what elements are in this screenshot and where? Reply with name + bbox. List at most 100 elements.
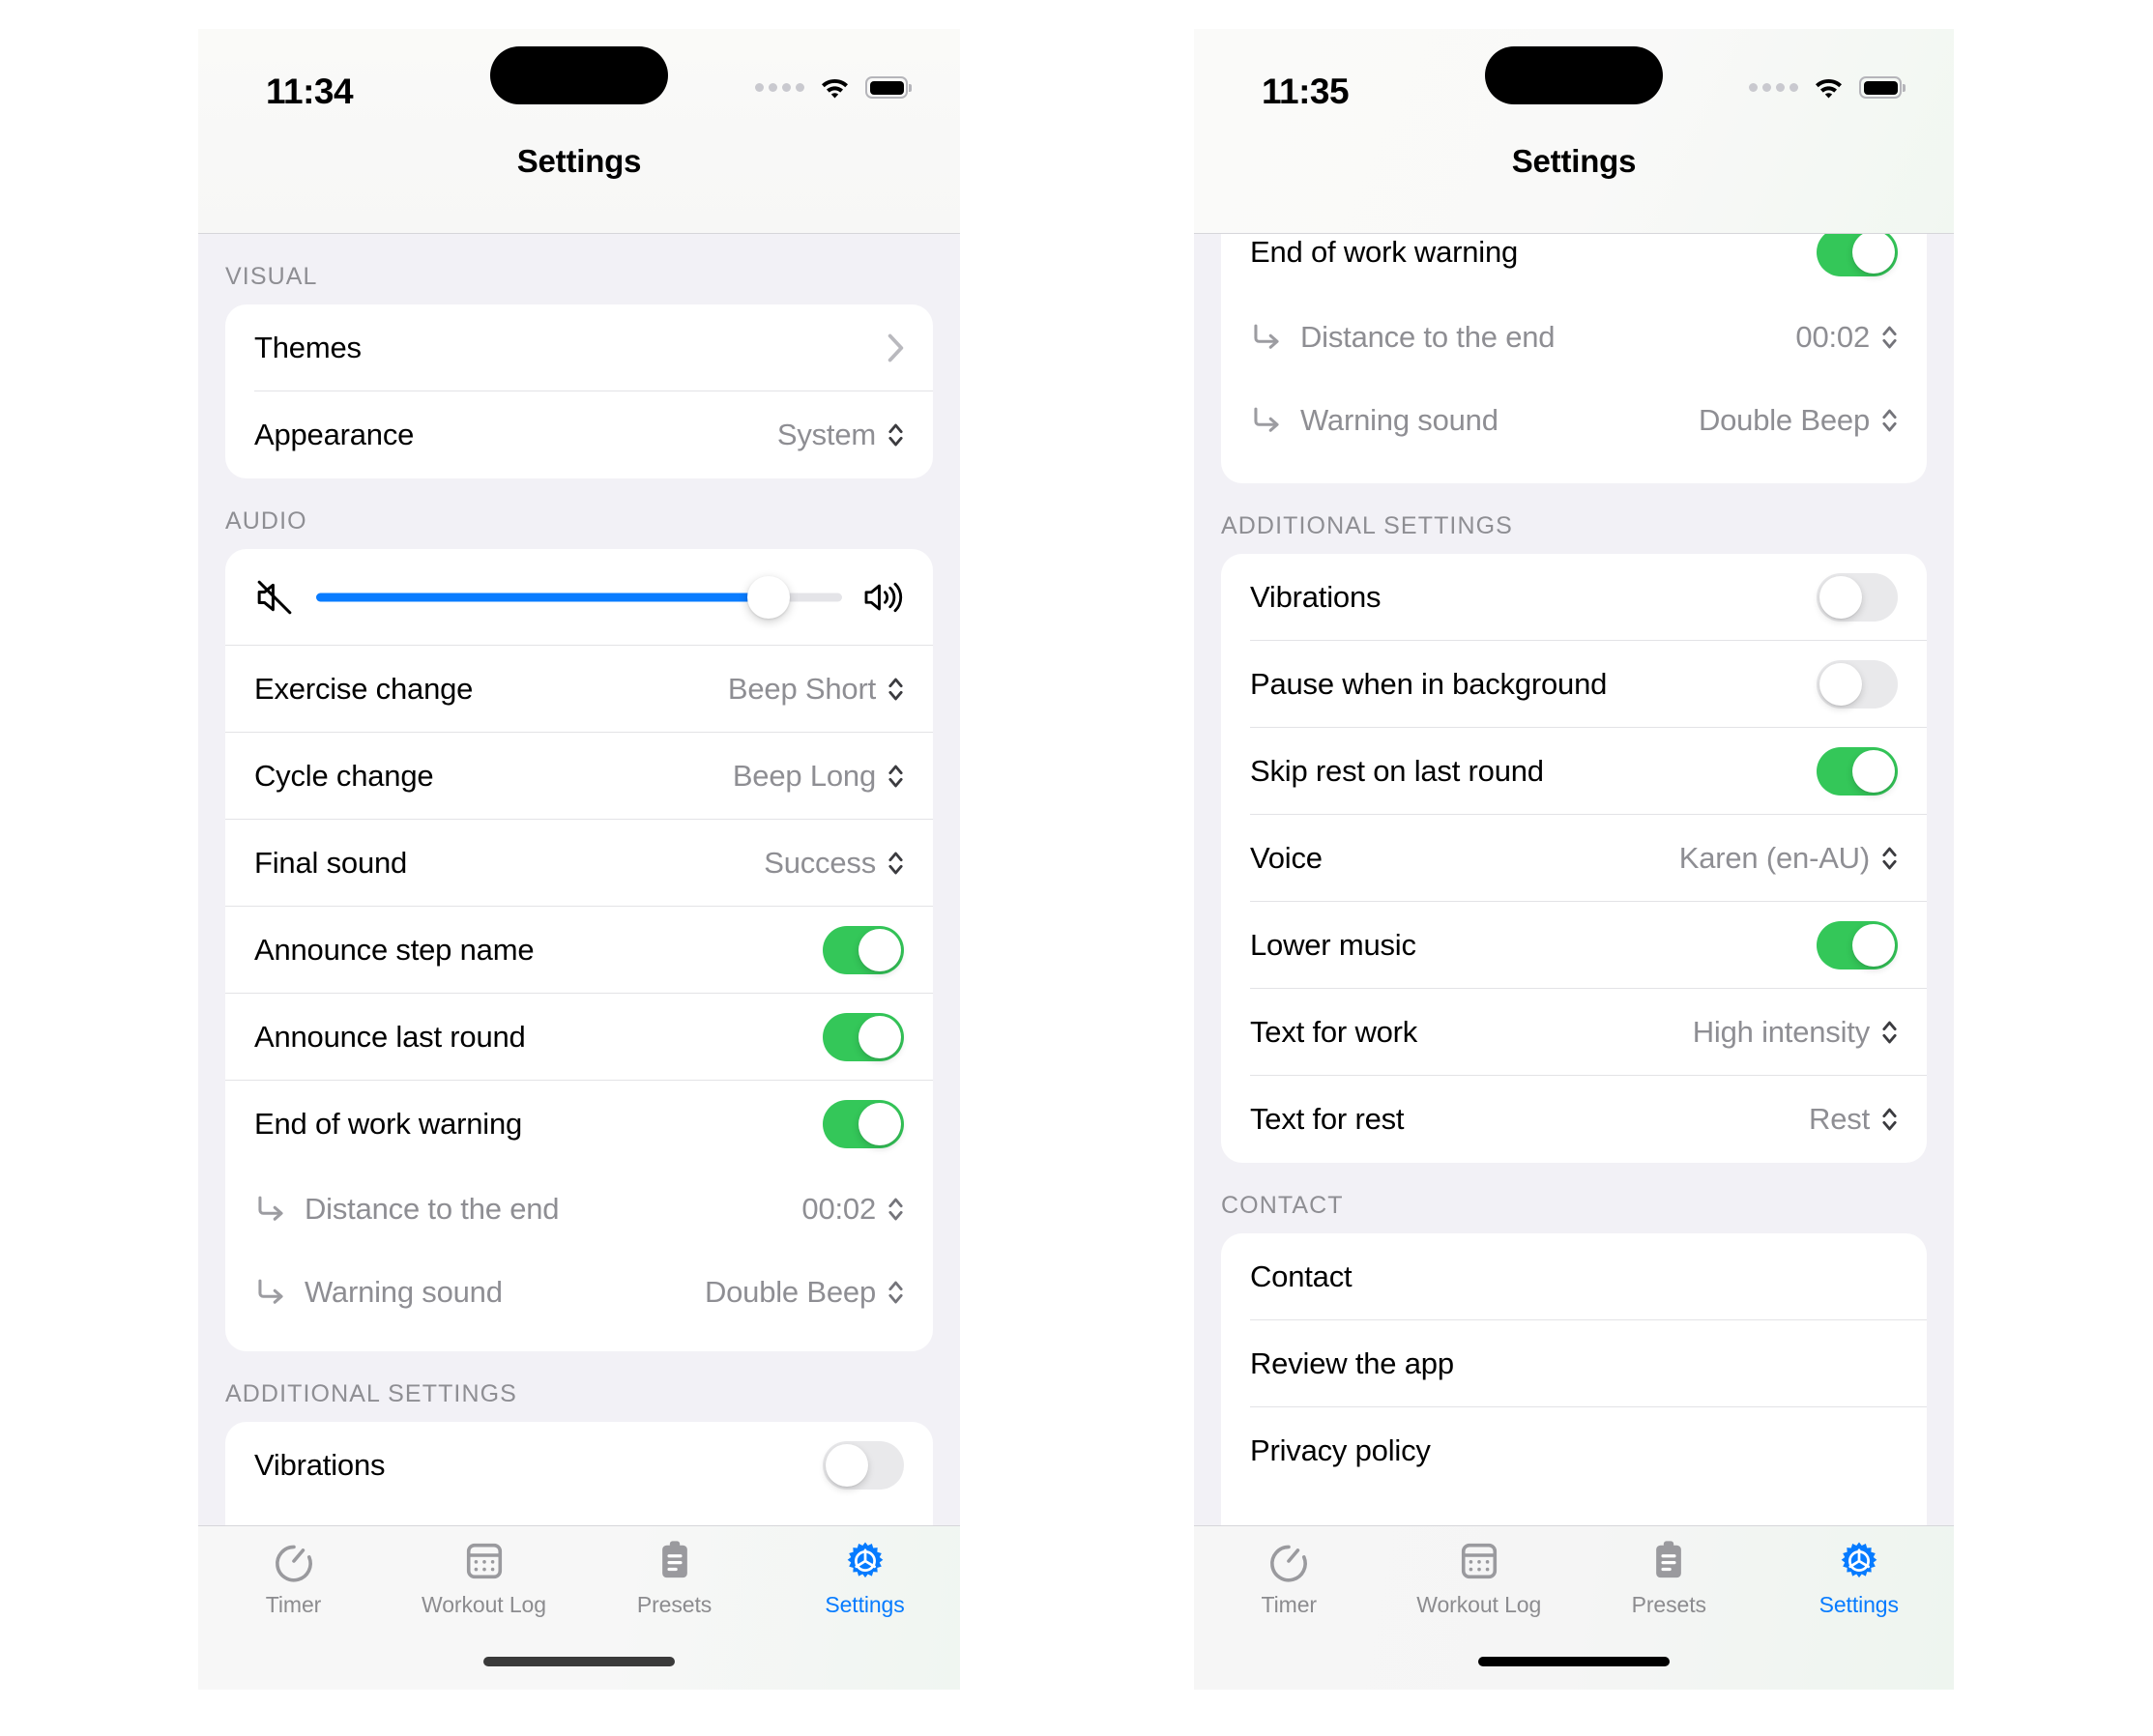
card-visual: Themes Appearance System bbox=[225, 304, 933, 478]
row-warning-sound[interactable]: Warning sound Double Beep bbox=[225, 1251, 933, 1334]
row-lower-music[interactable]: Lower music bbox=[1221, 902, 1927, 989]
toggle-switch[interactable] bbox=[1817, 747, 1898, 796]
row-pause-when-in-background[interactable]: Pause when in background bbox=[1221, 641, 1927, 728]
row-privacy-policy[interactable]: Privacy policy bbox=[1221, 1407, 1927, 1494]
row-value: Beep Short bbox=[727, 672, 876, 706]
row-value: Beep Long bbox=[732, 759, 876, 793]
section-header-contact: CONTACT bbox=[1221, 1192, 1344, 1219]
row-announce-last-round[interactable]: Announce last round bbox=[225, 994, 933, 1081]
row-cycle-change[interactable]: Cycle change Beep Long bbox=[225, 733, 933, 820]
section-header-additional-settings: ADDITIONAL SETTINGS bbox=[1221, 512, 1513, 539]
row-voice[interactable]: Voice Karen (en-AU) bbox=[1221, 815, 1927, 902]
card-additional-settings: Vibrations Pause when in background Skip… bbox=[1221, 554, 1927, 1163]
settings-scroll-left[interactable]: VISUAL Themes Appearance System AUDIO Ex… bbox=[198, 234, 960, 1690]
row-text-for-work[interactable]: Text for work High intensity bbox=[1221, 989, 1927, 1076]
home-indicator[interactable] bbox=[483, 1657, 675, 1666]
tab-label: Settings bbox=[825, 1592, 905, 1617]
toggle-switch[interactable] bbox=[1817, 228, 1898, 276]
up-down-chevron-icon[interactable] bbox=[887, 1195, 904, 1224]
calendar-icon bbox=[466, 1543, 502, 1579]
arrow-turn-down-right-icon bbox=[1254, 324, 1279, 349]
home-indicator[interactable] bbox=[1478, 1657, 1670, 1666]
slider-fill bbox=[316, 593, 769, 602]
dynamic-island bbox=[490, 46, 668, 104]
toggle-switch[interactable] bbox=[823, 1013, 904, 1061]
row-value: Karen (en-AU) bbox=[1678, 841, 1870, 875]
toggle-switch[interactable] bbox=[823, 1441, 904, 1490]
row-label: Voice bbox=[1250, 841, 1323, 875]
tab-bar-right: Timer Workout Log Presets Settings bbox=[1194, 1525, 1954, 1690]
up-down-chevron-icon[interactable] bbox=[1881, 1105, 1898, 1134]
row-volume-slider[interactable] bbox=[225, 549, 933, 646]
row-distance-to-the-end[interactable]: Distance to the end 00:02 bbox=[1221, 296, 1927, 379]
tab-label: Workout Log bbox=[422, 1592, 546, 1617]
up-down-chevron-icon[interactable] bbox=[1881, 844, 1898, 873]
tab-label: Workout Log bbox=[1416, 1592, 1542, 1617]
tab-settings[interactable]: Settings bbox=[770, 1526, 960, 1618]
tab-presets[interactable]: Presets bbox=[1574, 1526, 1764, 1618]
row-value: Success bbox=[764, 846, 876, 880]
chevron-right-icon bbox=[887, 333, 904, 362]
up-down-chevron-icon[interactable] bbox=[1881, 406, 1898, 435]
tab-workout-log[interactable]: Workout Log bbox=[1384, 1526, 1575, 1618]
speaker-wave-icon[interactable] bbox=[863, 579, 904, 616]
tab-timer[interactable]: Timer bbox=[198, 1526, 389, 1618]
row-value: System bbox=[776, 418, 876, 451]
toggle-switch[interactable] bbox=[823, 1100, 904, 1148]
up-down-chevron-icon[interactable] bbox=[887, 675, 904, 704]
up-down-chevron-icon[interactable] bbox=[887, 1278, 904, 1307]
volume-slider[interactable] bbox=[316, 576, 842, 619]
page-title: Settings bbox=[1511, 143, 1637, 179]
up-down-chevron-icon[interactable] bbox=[887, 420, 904, 449]
status-icons bbox=[1749, 75, 1902, 100]
row-announce-step-name[interactable]: Announce step name bbox=[225, 907, 933, 994]
row-label: End of work warning bbox=[1250, 235, 1519, 269]
tab-timer[interactable]: Timer bbox=[1194, 1526, 1384, 1618]
tab-label: Timer bbox=[1261, 1592, 1318, 1617]
toggle-switch[interactable] bbox=[1817, 921, 1898, 969]
row-end-of-work-warning[interactable]: End of work warning bbox=[225, 1081, 933, 1168]
phone-left: 11:34 Settings VISUAL Themes Appearance … bbox=[198, 29, 960, 1690]
row-appearance[interactable]: Appearance System bbox=[225, 391, 933, 478]
slider-knob[interactable] bbox=[746, 576, 790, 619]
toggle-switch[interactable] bbox=[823, 926, 904, 974]
row-label: Cycle change bbox=[254, 759, 434, 793]
row-warning-sound[interactable]: Warning sound Double Beep bbox=[1221, 379, 1927, 462]
row-themes[interactable]: Themes bbox=[225, 304, 933, 391]
row-review-the-app[interactable]: Review the app bbox=[1221, 1320, 1927, 1407]
row-vibrations[interactable]: Vibrations bbox=[1221, 554, 1927, 641]
row-label: Vibrations bbox=[254, 1448, 386, 1482]
row-exercise-change[interactable]: Exercise change Beep Short bbox=[225, 646, 933, 733]
tab-presets[interactable]: Presets bbox=[579, 1526, 770, 1618]
tab-settings[interactable]: Settings bbox=[1764, 1526, 1955, 1618]
toggle-switch[interactable] bbox=[1817, 573, 1898, 622]
up-down-chevron-icon[interactable] bbox=[887, 849, 904, 878]
row-label: Vibrations bbox=[1250, 580, 1382, 614]
tab-label: Presets bbox=[1631, 1592, 1706, 1617]
row-vibrations[interactable]: Vibrations bbox=[225, 1422, 933, 1509]
row-skip-rest-on-last-round[interactable]: Skip rest on last round bbox=[1221, 728, 1927, 815]
toggle-switch[interactable] bbox=[1817, 660, 1898, 709]
cellular-dots-icon bbox=[755, 83, 804, 92]
up-down-chevron-icon[interactable] bbox=[1881, 1018, 1898, 1047]
up-down-chevron-icon[interactable] bbox=[1881, 323, 1898, 352]
section-header-additional-settings: ADDITIONAL SETTINGS bbox=[225, 1380, 517, 1407]
arrow-turn-down-right-icon bbox=[258, 1196, 283, 1221]
row-text-for-rest[interactable]: Text for rest Rest bbox=[1221, 1076, 1927, 1163]
row-contact[interactable]: Contact bbox=[1221, 1233, 1927, 1320]
settings-scroll-right[interactable]: End of work warning Distance to the end … bbox=[1194, 29, 1954, 1690]
card-end-of-work-warning: End of work warning Distance to the end … bbox=[1221, 209, 1927, 483]
row-final-sound[interactable]: Final sound Success bbox=[225, 820, 933, 907]
speaker-mute-icon[interactable] bbox=[254, 579, 295, 616]
wifi-icon bbox=[1816, 79, 1842, 99]
row-label: End of work warning bbox=[254, 1107, 523, 1141]
section-header-visual: VISUAL bbox=[225, 263, 318, 290]
calendar-icon bbox=[1461, 1543, 1497, 1579]
row-label: Lower music bbox=[1250, 928, 1416, 962]
status-bar-left: 11:34 bbox=[198, 29, 960, 133]
tab-workout-log[interactable]: Workout Log bbox=[389, 1526, 579, 1618]
up-down-chevron-icon[interactable] bbox=[887, 762, 904, 791]
row-distance-to-the-end[interactable]: Distance to the end 00:02 bbox=[225, 1168, 933, 1251]
battery-icon bbox=[865, 76, 908, 99]
tab-bar-left: Timer Workout Log Presets Settings bbox=[198, 1525, 960, 1690]
